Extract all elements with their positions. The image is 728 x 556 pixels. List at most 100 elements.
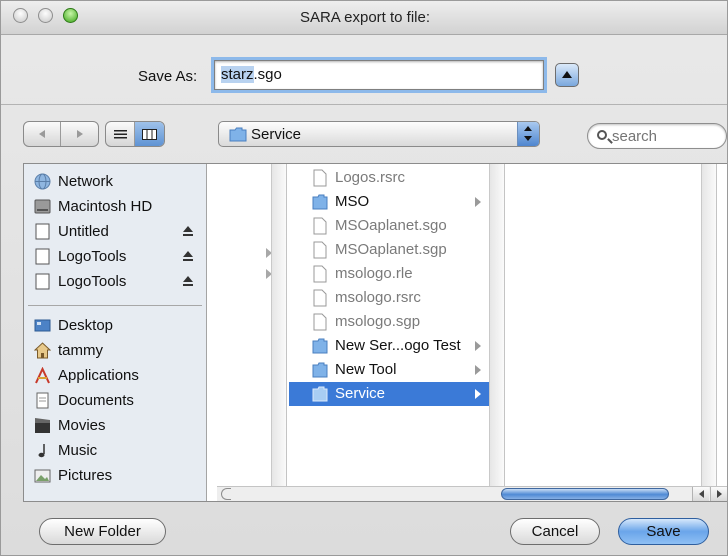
file-item[interactable]: msologo.sgp xyxy=(289,310,489,334)
sidebar-item-label: LogoTools xyxy=(58,273,127,290)
column-scrollbar[interactable] xyxy=(271,164,286,486)
eject-icon[interactable] xyxy=(182,250,194,262)
search-icon xyxy=(597,130,607,140)
column-scrollbar[interactable] xyxy=(701,164,716,486)
volume-icon xyxy=(35,223,50,240)
save-dialog-window: SARA export to file: Save As: starz.sgo xyxy=(0,0,728,556)
documents-icon xyxy=(36,392,49,409)
back-forward-control xyxy=(23,121,99,147)
folder-name: MSO xyxy=(335,193,370,210)
file-item[interactable]: msologo.rsrc xyxy=(289,286,489,310)
column-2: Logos.rsrc MSO MSOaplanet.sgo MSOaplanet… xyxy=(287,164,505,501)
folder-name: New Tool xyxy=(335,361,397,378)
scroll-right-button[interactable] xyxy=(710,487,727,501)
folder-icon xyxy=(312,194,328,210)
column-3 xyxy=(505,164,717,501)
file-icon xyxy=(313,289,327,307)
file-icon xyxy=(313,313,327,331)
scroll-left-button[interactable] xyxy=(692,487,709,501)
home-icon xyxy=(34,342,51,359)
file-item[interactable]: Logos.rsrc xyxy=(289,166,489,190)
file-name: msologo.sgp xyxy=(335,313,421,330)
divider xyxy=(1,104,727,105)
file-icon xyxy=(313,217,327,235)
desktop-icon xyxy=(34,319,51,332)
filename-extension-text: .sgo xyxy=(253,66,282,83)
sidebar-divider xyxy=(28,305,202,306)
column-scrollbar[interactable] xyxy=(489,164,504,486)
sidebar-item-untitled[interactable]: Untitled xyxy=(24,220,206,245)
sidebar-item-applications[interactable]: Applications xyxy=(24,364,206,389)
scroll-track-cap xyxy=(221,488,231,500)
arrow-left-icon xyxy=(39,130,45,138)
cancel-button[interactable]: Cancel xyxy=(510,518,600,545)
file-name: msologo.rsrc xyxy=(335,289,421,306)
sidebar-item-music[interactable]: Music xyxy=(24,439,206,464)
folder-icon xyxy=(312,338,328,354)
title-bar: SARA export to file: xyxy=(1,1,727,35)
sidebar-item-label: Macintosh HD xyxy=(58,198,153,215)
location-popup[interactable]: Service xyxy=(218,121,540,147)
folder-item[interactable]: MSO xyxy=(289,190,489,214)
file-item[interactable]: MSOaplanet.sgo xyxy=(289,214,489,238)
folder-name: Service xyxy=(335,385,386,402)
view-mode-control xyxy=(105,121,165,147)
search-input[interactable] xyxy=(612,127,720,145)
folder-item[interactable]: New Tool xyxy=(289,358,489,382)
hard-drive-icon xyxy=(34,199,51,214)
horizontal-scrollbar[interactable] xyxy=(217,486,727,501)
filename-selected-text: starz xyxy=(221,66,254,83)
sidebar-item-macintosh-hd[interactable]: Macintosh HD xyxy=(24,195,206,220)
sidebar-item-label: tammy xyxy=(58,342,103,359)
location-popup-label: Service xyxy=(251,126,302,143)
folder-item[interactable]: New Ser...ogo Test xyxy=(289,334,489,358)
save-button[interactable]: Save xyxy=(618,518,709,545)
movies-icon xyxy=(35,418,50,433)
sidebar-item-label: Untitled xyxy=(58,223,109,240)
sidebar: Network Macintosh HD Untitled LogoTools … xyxy=(24,164,207,501)
file-name: MSOaplanet.sgo xyxy=(335,217,447,234)
sidebar-item-label: Pictures xyxy=(58,467,113,484)
arrow-right-icon xyxy=(76,130,83,138)
list-view-icon xyxy=(113,129,127,138)
sidebar-item-pictures[interactable]: Pictures xyxy=(24,464,206,489)
sidebar-item-label: Movies xyxy=(58,417,106,434)
file-item[interactable]: MSOaplanet.sgp xyxy=(289,238,489,262)
eject-icon[interactable] xyxy=(182,275,194,287)
sidebar-item-logotools[interactable]: LogoTools xyxy=(24,245,206,270)
eject-icon[interactable] xyxy=(182,225,194,237)
list-view-button[interactable] xyxy=(106,122,135,146)
file-name: MSOaplanet.sgp xyxy=(335,241,447,258)
file-browser: Network Macintosh HD Untitled LogoTools … xyxy=(23,163,727,502)
sidebar-item-documents[interactable]: Documents xyxy=(24,389,206,414)
save-as-filename-field[interactable]: starz.sgo xyxy=(214,60,544,90)
search-field[interactable] xyxy=(587,123,727,149)
sidebar-item-network[interactable]: Network xyxy=(24,170,206,195)
chevron-right-icon xyxy=(475,365,481,375)
collapse-dialog-button[interactable] xyxy=(555,63,579,87)
new-folder-button[interactable]: New Folder xyxy=(39,518,166,545)
pictures-icon xyxy=(34,469,51,483)
volume-icon xyxy=(35,273,50,290)
sidebar-item-label: Music xyxy=(58,442,98,459)
file-item[interactable]: msologo.rle xyxy=(289,262,489,286)
folder-item-selected[interactable]: Service xyxy=(289,382,489,406)
back-button[interactable] xyxy=(24,122,61,146)
folder-icon xyxy=(312,362,328,378)
sidebar-item-desktop[interactable]: Desktop xyxy=(24,314,206,339)
popup-arrows-icon xyxy=(517,122,539,146)
column-view-button[interactable] xyxy=(135,122,164,146)
sidebar-item-movies[interactable]: Movies xyxy=(24,414,206,439)
sidebar-item-logotools[interactable]: LogoTools xyxy=(24,270,206,295)
save-as-label: Save As: xyxy=(138,68,198,85)
file-name: Logos.rsrc xyxy=(335,169,406,186)
sidebar-item-tammy[interactable]: tammy xyxy=(24,339,206,364)
file-icon xyxy=(313,265,327,283)
scroll-thumb[interactable] xyxy=(501,488,669,500)
chevron-right-icon xyxy=(475,197,481,207)
music-icon xyxy=(38,444,45,458)
chevron-right-icon xyxy=(475,389,481,399)
file-icon xyxy=(313,169,327,187)
column-view-icon xyxy=(142,128,157,140)
forward-button[interactable] xyxy=(61,122,98,146)
